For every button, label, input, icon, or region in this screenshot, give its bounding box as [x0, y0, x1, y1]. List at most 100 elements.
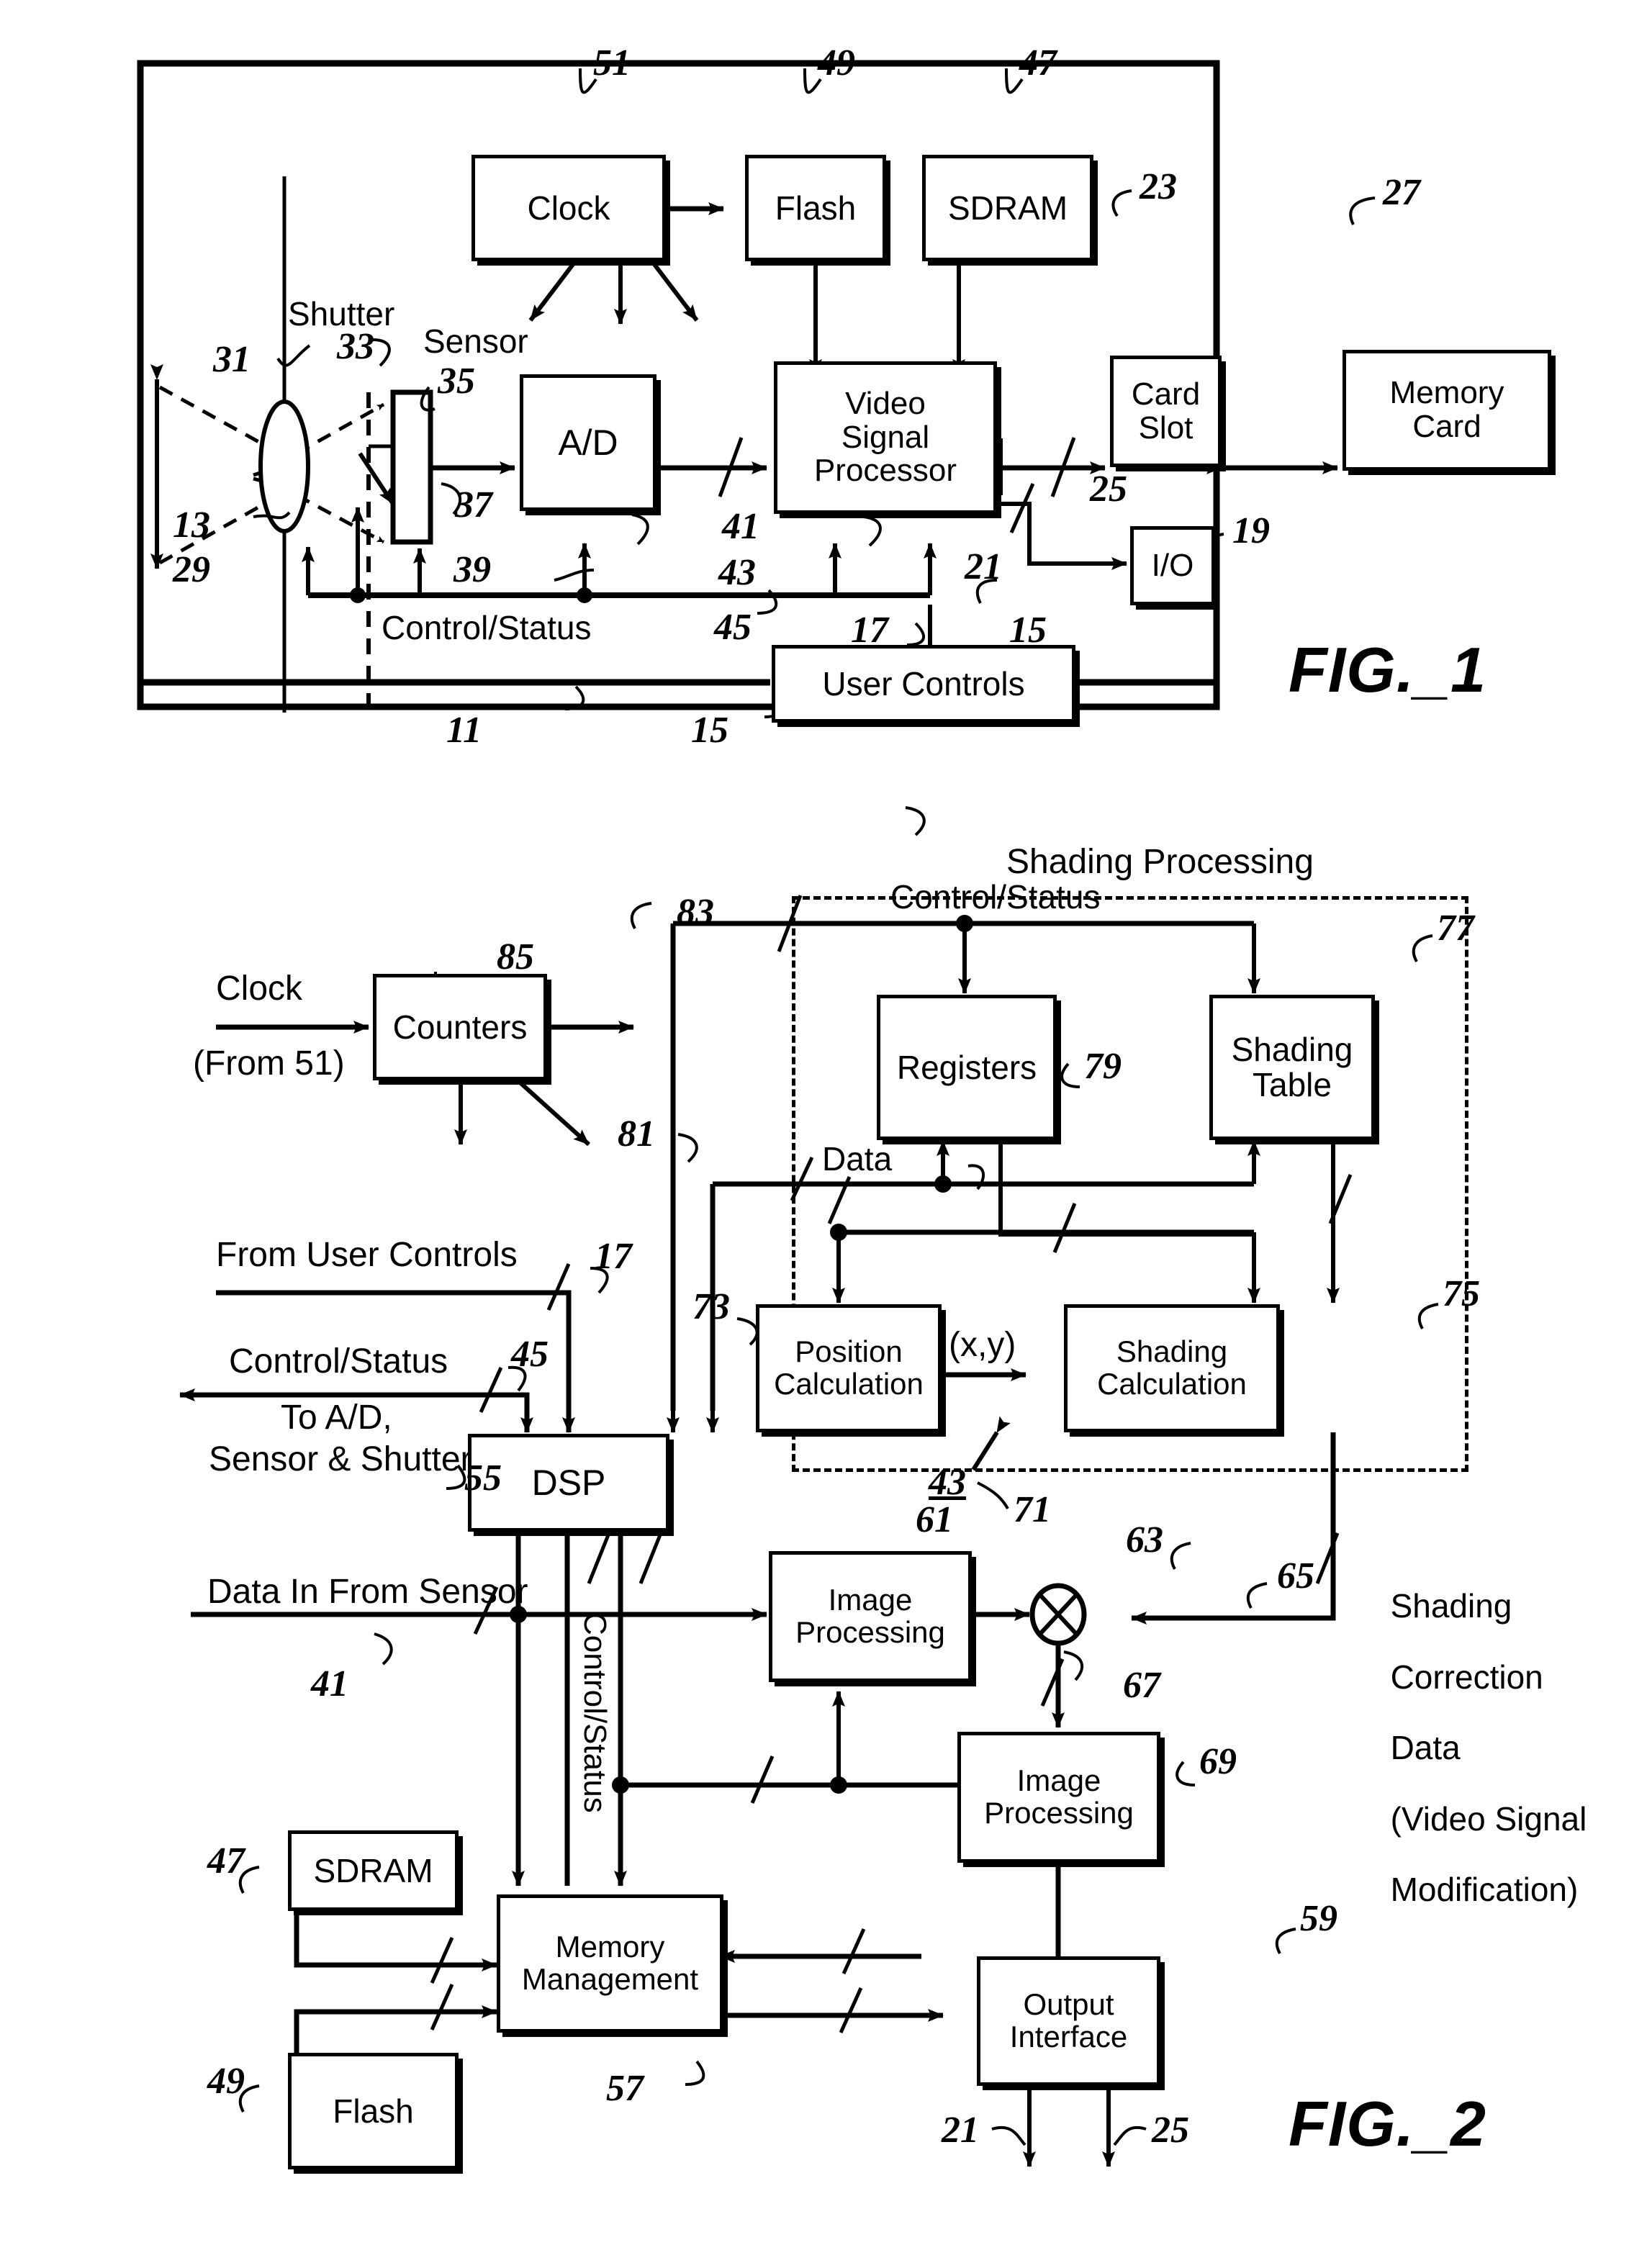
scd-line5: Modification) — [1390, 1870, 1579, 1908]
ref-35: 35 — [438, 361, 475, 402]
block-memory-management[interactable]: Memory Management — [497, 1894, 723, 2033]
label-clock-source: (From 51) — [193, 1044, 345, 1083]
block-memory-card[interactable]: Memory Card — [1343, 350, 1551, 471]
ref-75: 75 — [1443, 1273, 1480, 1314]
ref-17-fig1: 17 — [851, 610, 888, 651]
ref-23: 23 — [1140, 166, 1177, 207]
vsp-label-line3: Processor — [813, 453, 957, 489]
ref-41-fig1: 41 — [722, 506, 759, 547]
block-sdram-fig2[interactable]: SDRAM — [288, 1830, 459, 1911]
block-clock-fig1[interactable]: Clock — [471, 155, 666, 261]
block-card-slot[interactable]: Card Slot — [1110, 356, 1222, 467]
block-shading-table[interactable]: Shading Table — [1209, 995, 1375, 1140]
output-interface-label-line2: Interface — [1009, 2020, 1128, 2054]
image-processing-2-label-line1: Image — [1016, 1763, 1101, 1798]
ref-55: 55 — [464, 1458, 502, 1499]
block-counters[interactable]: Counters — [373, 974, 547, 1080]
ref-79: 79 — [1084, 1046, 1122, 1087]
scd-line1: Shading — [1390, 1587, 1512, 1625]
block-image-processing-1[interactable]: Image Processing — [769, 1551, 972, 1682]
ref-51: 51 — [593, 42, 631, 83]
block-ad-label: A/D — [558, 422, 618, 463]
label-control-status-fig1: Control/Status — [382, 609, 592, 646]
block-flash-fig1[interactable]: Flash — [745, 155, 886, 261]
figure-2-caption: FIG._2 — [1289, 2088, 1486, 2159]
dsp-label: DSP — [531, 1462, 606, 1503]
block-flash-fig2[interactable]: Flash — [288, 2053, 459, 2169]
ref-47-fig1: 47 — [1019, 42, 1057, 83]
user-controls-label: User Controls — [822, 664, 1025, 702]
block-flash-label: Flash — [775, 189, 857, 227]
ref-37: 37 — [455, 484, 492, 525]
memory-management-label-line1: Memory — [555, 1930, 665, 1964]
vsp-label-line1: Video — [845, 386, 926, 422]
block-shading-calculation[interactable]: Shading Calculation — [1064, 1304, 1280, 1432]
block-sdram-label: SDRAM — [947, 189, 1068, 227]
shading-table-label-line1: Shading — [1231, 1031, 1353, 1069]
label-sensor: Sensor — [423, 322, 528, 360]
ref-21-fig2: 21 — [942, 2110, 979, 2151]
ref-59: 59 — [1300, 1898, 1337, 1939]
patent-drawing-sheet: Clock Flash SDRAM A/D Video Signal Proce… — [0, 0, 1647, 2268]
block-user-controls[interactable]: User Controls — [772, 645, 1075, 723]
scd-line2: Correction — [1390, 1658, 1543, 1696]
block-registers[interactable]: Registers — [877, 995, 1057, 1140]
block-io-label: I/O — [1151, 547, 1194, 583]
block-output-interface[interactable]: Output Interface — [977, 1956, 1160, 2086]
vsp-label-line2: Signal — [841, 419, 930, 455]
label-shading-correction-data: Shading Correction Data (Video Signal Mo… — [1372, 1553, 1587, 1907]
ref-45-fig2: 45 — [511, 1334, 549, 1375]
ref-57: 57 — [606, 2068, 644, 2109]
shading-calculation-label-line1: Shading — [1116, 1334, 1228, 1369]
position-calculation-label-line1: Position — [795, 1334, 903, 1369]
ref-65: 65 — [1277, 1555, 1314, 1596]
block-position-calculation[interactable]: Position Calculation — [756, 1304, 942, 1432]
ref-85: 85 — [497, 936, 534, 977]
card-slot-label-line1: Card — [1131, 376, 1201, 412]
ref-83: 83 — [677, 892, 714, 933]
ref-49: 49 — [818, 42, 855, 83]
ref-15-b: 15 — [691, 710, 728, 751]
ref-41-fig2: 41 — [311, 1663, 348, 1704]
label-from-user-controls: From User Controls — [216, 1236, 518, 1274]
shading-calculation-label-line2: Calculation — [1097, 1367, 1247, 1401]
image-processing-1-label-line1: Image — [828, 1583, 913, 1617]
block-ad-converter[interactable]: A/D — [520, 374, 656, 511]
label-control-status-vertical: Control/Status — [577, 1612, 613, 1813]
block-sdram-fig1[interactable]: SDRAM — [922, 155, 1093, 261]
shading-table-label-line2: Table — [1253, 1066, 1332, 1103]
label-data-in-from-sensor: Data In From Sensor — [207, 1573, 528, 1611]
ref-33: 33 — [337, 326, 374, 367]
output-interface-label-line1: Output — [1023, 1987, 1114, 2022]
image-processing-2-label-line2: Processing — [984, 1796, 1134, 1830]
ref-25-fig2: 25 — [1152, 2110, 1189, 2151]
ref-81: 81 — [618, 1113, 655, 1155]
ref-21-fig1: 21 — [965, 546, 1002, 587]
flash-fig2-label: Flash — [333, 2092, 414, 2130]
label-control-status-out: Control/Status — [229, 1342, 448, 1381]
label-xy-coordinates: (x,y) — [949, 1326, 1016, 1364]
scd-line4: (Video Signal — [1390, 1799, 1587, 1838]
block-io[interactable]: I/O — [1130, 526, 1215, 605]
ref-77: 77 — [1437, 908, 1474, 949]
ref-73: 73 — [692, 1286, 730, 1327]
block-video-signal-processor[interactable]: Video Signal Processor — [774, 361, 997, 514]
ref-61: 61 — [916, 1499, 953, 1540]
ref-67: 67 — [1123, 1665, 1160, 1706]
ref-43-fig1: 43 — [718, 552, 756, 593]
ref-25-fig1: 25 — [1090, 469, 1127, 510]
ref-49-fig2: 49 — [207, 2061, 245, 2102]
block-image-processing-2[interactable]: Image Processing — [957, 1732, 1160, 1863]
ref-15-a: 15 — [1009, 610, 1047, 651]
scd-line3: Data — [1390, 1729, 1461, 1767]
ref-71: 71 — [1014, 1489, 1051, 1530]
ref-69: 69 — [1199, 1741, 1237, 1782]
figure-1-caption: FIG._1 — [1289, 634, 1486, 705]
ref-17-fig2: 17 — [595, 1236, 632, 1277]
ref-27: 27 — [1383, 172, 1420, 213]
registers-label: Registers — [896, 1048, 1037, 1086]
memory-management-label-line2: Management — [521, 1962, 699, 1996]
position-calculation-label-line2: Calculation — [774, 1367, 924, 1401]
label-clock-fig2: Clock — [216, 970, 303, 1008]
image-processing-1-label-line2: Processing — [795, 1615, 945, 1649]
